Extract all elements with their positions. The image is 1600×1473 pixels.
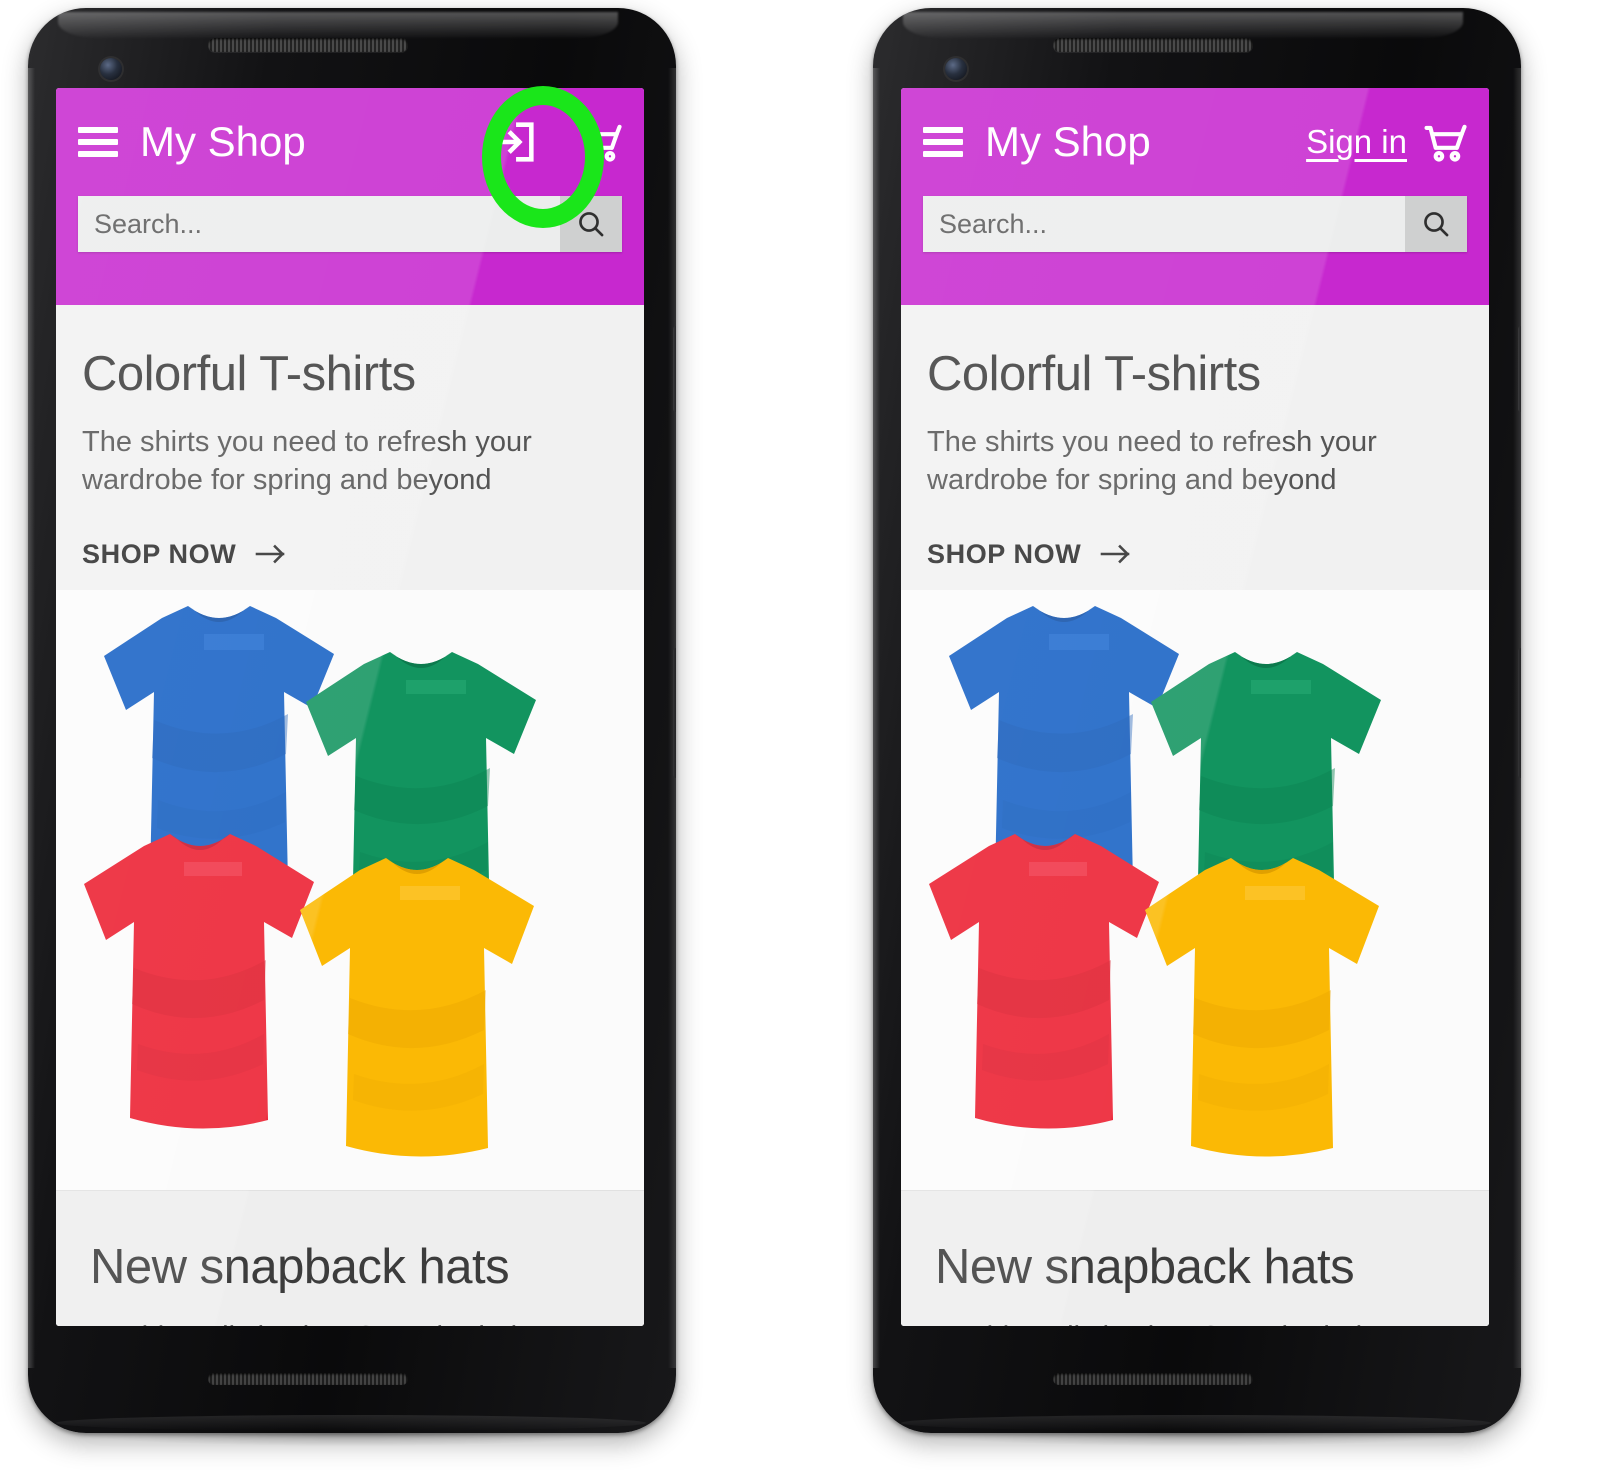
phone-mockup-after: My Shop Sign in Search... Colorful T-shi… xyxy=(855,8,1535,1448)
chassis-bottom-rim xyxy=(901,1415,1491,1431)
bottom-speaker-grille xyxy=(208,1373,408,1385)
section-heading: Colorful T-shirts xyxy=(927,347,1261,401)
search-magnifier-icon xyxy=(575,208,607,240)
phone-screen-before: My Shop Search... Colorful T-shirts The … xyxy=(56,88,644,1326)
app-title: My Shop xyxy=(140,118,306,165)
section-subtitle: Dashing, distinctive. Stay shaded on sun… xyxy=(901,1319,1489,1326)
search-submit-button[interactable] xyxy=(560,196,622,252)
section-subtitle: The shirts you need to refresh your ward… xyxy=(82,426,532,496)
phone-screen-after: My Shop Sign in Search... Colorful T-shi… xyxy=(901,88,1489,1326)
app-bar: My Shop Sign in xyxy=(901,88,1489,305)
login-arrow-into-bracket-icon[interactable] xyxy=(488,116,540,168)
shop-now-link[interactable]: SHOP NOW xyxy=(901,539,1489,570)
search-bar[interactable] xyxy=(923,196,1467,252)
arrow-right-icon xyxy=(254,540,288,568)
chassis-edge-left xyxy=(28,68,35,1368)
shopping-cart-icon[interactable] xyxy=(1419,116,1471,168)
tshirt-yellow xyxy=(1123,852,1401,1166)
earpiece-speaker-grille xyxy=(208,38,408,52)
front-camera xyxy=(945,58,967,80)
shopping-cart-icon[interactable] xyxy=(574,116,626,168)
account-control-slot[interactable] xyxy=(466,112,562,172)
account-control-slot[interactable]: Sign in xyxy=(1306,112,1407,172)
hamburger-menu-icon[interactable] xyxy=(923,127,963,157)
arrow-right-icon xyxy=(1099,540,1133,568)
section-heading: New snapback hats xyxy=(90,1239,510,1294)
section-heading: Colorful T-shirts xyxy=(82,347,416,401)
chassis-gloss xyxy=(58,12,618,38)
app-bar: My Shop xyxy=(56,88,644,305)
volume-button[interactable] xyxy=(1518,648,1521,778)
tshirt-yellow xyxy=(278,852,556,1166)
phone-mockup-before: My Shop Search... Colorful T-shirts The … xyxy=(10,8,690,1448)
section-subtitle: The shirts you need to refresh your ward… xyxy=(927,426,1377,496)
chassis-edge-left xyxy=(873,68,880,1368)
shop-now-label: SHOP NOW xyxy=(927,538,1082,569)
search-bar[interactable] xyxy=(78,196,622,252)
section-heading: New snapback hats xyxy=(935,1239,1355,1294)
shop-now-link[interactable]: SHOP NOW xyxy=(56,539,644,570)
phone-chassis: My Shop Sign in Search... Colorful T-shi… xyxy=(873,8,1521,1433)
section-colorful-tshirts: Colorful T-shirts The shirts you need to… xyxy=(901,305,1489,1190)
shop-now-label: SHOP NOW xyxy=(82,538,237,569)
power-button[interactable] xyxy=(1518,326,1521,412)
earpiece-speaker-grille xyxy=(1053,38,1253,52)
chassis-bottom-rim xyxy=(56,1415,646,1431)
volume-button[interactable] xyxy=(673,648,676,778)
hamburger-menu-icon[interactable] xyxy=(78,127,118,157)
section-colorful-tshirts: Colorful T-shirts The shirts you need to… xyxy=(56,305,644,1190)
page-content: Colorful T-shirts The shirts you need to… xyxy=(56,305,644,1326)
tshirts-photo xyxy=(901,589,1489,1190)
chassis-gloss xyxy=(903,12,1463,38)
comparison-figure: My Shop Search... Colorful T-shirts The … xyxy=(0,0,1600,1473)
power-button[interactable] xyxy=(673,326,676,412)
tshirts-photo xyxy=(56,589,644,1190)
search-magnifier-icon xyxy=(1420,208,1452,240)
front-camera xyxy=(100,58,122,80)
search-submit-button[interactable] xyxy=(1405,196,1467,252)
app-title: My Shop xyxy=(985,118,1151,165)
page-content: Colorful T-shirts The shirts you need to… xyxy=(901,305,1489,1326)
section-snapback-hats: New snapback hats Dashing, distinctive. … xyxy=(56,1189,644,1326)
search-input[interactable] xyxy=(78,196,560,252)
bottom-speaker-grille xyxy=(1053,1373,1253,1385)
search-input[interactable] xyxy=(923,196,1405,252)
phone-chassis: My Shop Search... Colorful T-shirts The … xyxy=(28,8,676,1433)
section-snapback-hats: New snapback hats Dashing, distinctive. … xyxy=(901,1189,1489,1326)
section-subtitle: Dashing, distinctive. Stay shaded on sun… xyxy=(56,1319,644,1326)
sign-in-link[interactable]: Sign in xyxy=(1306,123,1407,161)
